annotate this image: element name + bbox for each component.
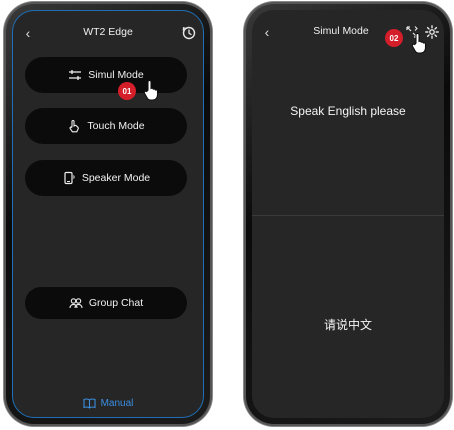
speaker-mode-button[interactable]: Speaker Mode (25, 160, 187, 196)
group-chat-label: Group Chat (88, 297, 144, 309)
simul-mode-button[interactable]: Simul Mode (25, 57, 187, 93)
touch-hand-icon (69, 119, 80, 133)
manual-link[interactable]: Manual (13, 398, 203, 409)
top-bar: ‹ WT2 Edge (13, 23, 203, 43)
page-title: WT2 Edge (83, 26, 133, 38)
phone-frame-right: ‹ Simul Mode Speak English please 请说中文 (244, 2, 452, 426)
step-badge-01: 01 (118, 82, 136, 100)
sliders-icon (69, 70, 82, 80)
touch-mode-button[interactable]: Touch Mode (25, 108, 187, 144)
hand-cursor-icon (143, 80, 159, 101)
home-screen: ‹ WT2 Edge Simul Mode Touch Mode Speaker… (12, 10, 204, 418)
group-chat-button[interactable]: Group Chat (25, 287, 187, 319)
book-icon (83, 398, 96, 409)
speaker-mode-label: Speaker Mode (81, 172, 151, 184)
simul-mode-label: Simul Mode (88, 69, 144, 81)
hand-cursor-icon (411, 33, 427, 54)
phone-speaker-icon (64, 171, 75, 185)
manual-label: Manual (100, 398, 134, 409)
group-icon (69, 298, 83, 309)
simul-mode-screen: ‹ Simul Mode Speak English please 请说中文 (252, 10, 444, 418)
prompt-chinese: 请说中文 (323, 318, 372, 332)
split-divider (252, 215, 444, 216)
prompt-english: Speak English please (290, 104, 406, 118)
step-badge-02: 02 (385, 29, 403, 47)
touch-mode-label: Touch Mode (87, 120, 145, 132)
history-clock-icon[interactable] (181, 25, 197, 41)
phone-frame-left: ‹ WT2 Edge Simul Mode Touch Mode Speaker… (4, 2, 212, 426)
